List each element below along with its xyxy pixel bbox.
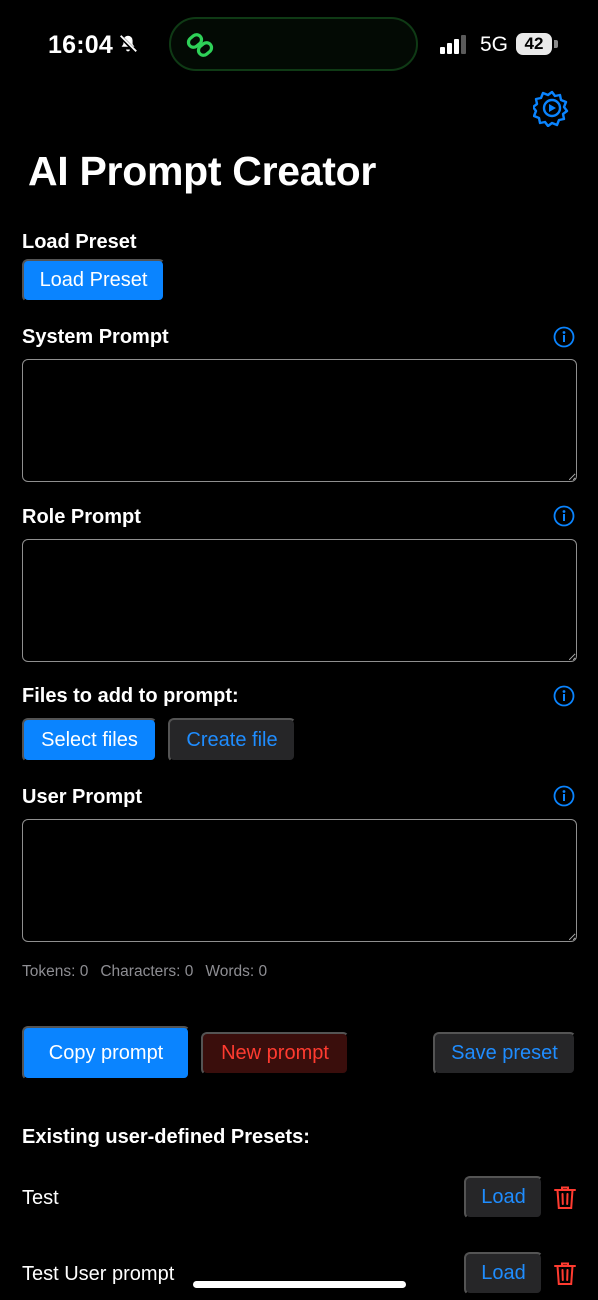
- select-files-button[interactable]: Select files: [22, 718, 157, 762]
- preset-load-button[interactable]: Load: [464, 1252, 543, 1295]
- dynamic-island[interactable]: [169, 17, 418, 71]
- info-icon[interactable]: [553, 326, 575, 348]
- gear-icon[interactable]: [533, 89, 571, 127]
- battery-indicator: 42: [516, 33, 552, 55]
- home-indicator[interactable]: [193, 1281, 406, 1288]
- files-label: Files to add to prompt:: [22, 685, 239, 707]
- token-count: Tokens: 0: [22, 963, 89, 980]
- prompt-stats: Tokens: 0 Characters: 0 Words: 0: [22, 963, 267, 981]
- trash-icon[interactable]: [553, 1261, 577, 1287]
- presets-heading: Existing user-defined Presets:: [22, 1126, 310, 1148]
- role-prompt-input[interactable]: [22, 539, 577, 662]
- cellular-signal-icon: [440, 35, 466, 54]
- battery-level: 42: [524, 34, 544, 53]
- info-icon[interactable]: [553, 785, 575, 807]
- status-time: 16:04: [48, 31, 113, 59]
- user-prompt-label: User Prompt: [22, 786, 143, 808]
- page-title: AI Prompt Creator: [28, 148, 377, 194]
- load-preset-label: Load Preset: [22, 231, 137, 253]
- link-activity-icon: [186, 33, 214, 57]
- load-preset-button[interactable]: Load Preset: [22, 259, 165, 302]
- role-prompt-label: Role Prompt: [22, 506, 141, 528]
- battery-cap: [554, 40, 558, 48]
- new-prompt-button[interactable]: New prompt: [201, 1032, 349, 1075]
- copy-prompt-button[interactable]: Copy prompt: [22, 1026, 190, 1080]
- info-icon[interactable]: [553, 505, 575, 527]
- word-count: Words: 0: [205, 963, 268, 980]
- silent-bell-icon: [118, 34, 138, 54]
- status-bar: 16:04 5G 42: [0, 0, 598, 90]
- network-type: 5G: [480, 33, 509, 56]
- preset-load-button[interactable]: Load: [464, 1176, 543, 1219]
- preset-name: Test User prompt: [22, 1263, 175, 1285]
- info-icon[interactable]: [553, 685, 575, 707]
- save-preset-button[interactable]: Save preset: [433, 1032, 576, 1075]
- trash-icon[interactable]: [553, 1185, 577, 1211]
- user-prompt-input[interactable]: [22, 819, 577, 942]
- character-count: Characters: 0: [100, 963, 194, 980]
- preset-name: Test: [22, 1187, 59, 1209]
- system-prompt-input[interactable]: [22, 359, 577, 482]
- create-file-button[interactable]: Create file: [168, 718, 296, 762]
- system-prompt-label: System Prompt: [22, 326, 169, 348]
